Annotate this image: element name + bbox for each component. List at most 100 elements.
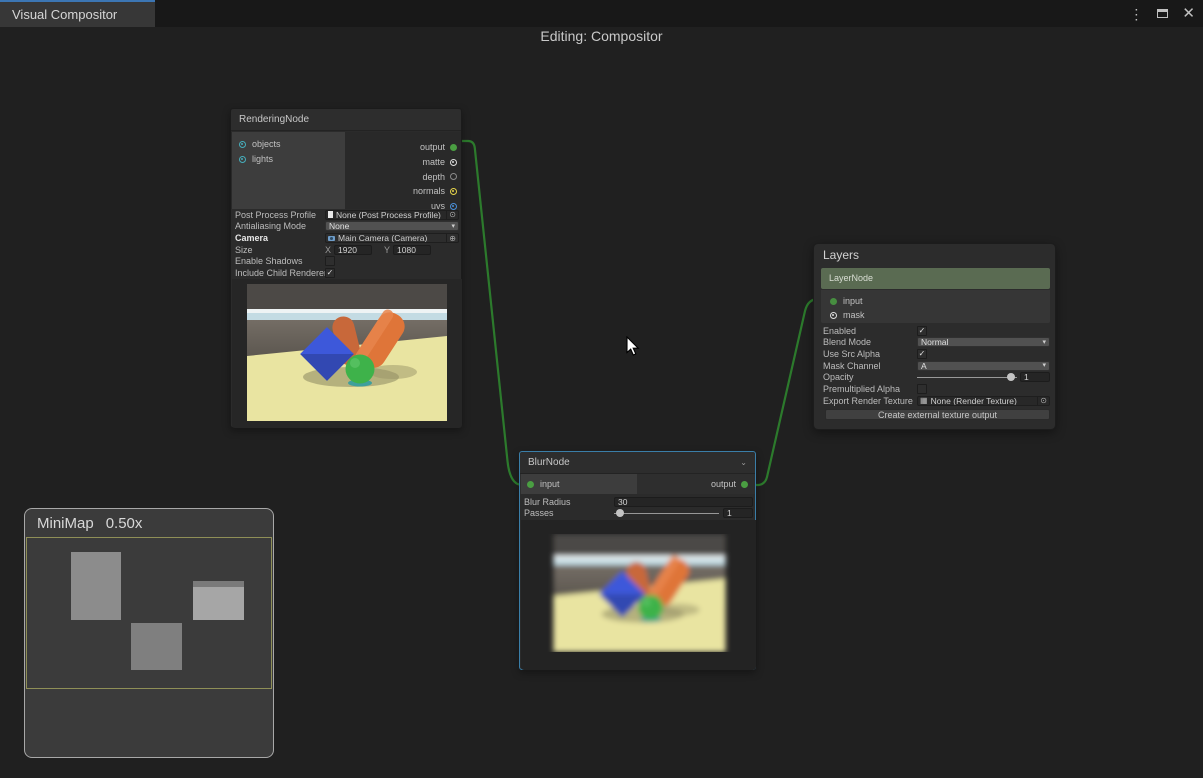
use-src-alpha-checkbox[interactable]: ✓ [917,349,927,359]
passes-slider-knob[interactable] [616,509,624,517]
tab-visual-compositor[interactable]: Visual Compositor [0,0,155,27]
camera-label: Camera [235,233,325,243]
minimap-blur-node-rect[interactable] [131,623,182,670]
lights-port-icon[interactable] [239,156,246,163]
opacity-slider[interactable] [917,372,1017,382]
layer-input-port-icon[interactable] [830,298,837,305]
object-picker-icon[interactable]: ⊙ [1037,396,1047,405]
passes-input[interactable]: 1 [723,508,753,518]
layer-mask-port[interactable]: mask [830,310,865,320]
rendering-node-title: RenderingNode [239,114,309,125]
port-depth-label: depth [422,172,445,182]
normals-port-icon[interactable] [450,188,457,195]
minimap-title-text: MiniMap [37,515,94,532]
size-x-input[interactable]: 1920 [334,245,372,255]
antialiasing-mode-dropdown[interactable]: None ▾ [325,221,459,231]
title-bar: Visual Compositor ⋮ ✕ [0,0,1203,27]
create-external-texture-output-button[interactable]: Create external texture output [825,409,1050,420]
depth-port-icon[interactable] [450,173,457,180]
mask-channel-row: Mask Channel A ▾ [823,360,1050,372]
rendering-node-header[interactable]: RenderingNode [231,109,461,131]
port-normals-label: normals [413,186,445,196]
opacity-slider-knob[interactable] [1007,373,1015,381]
blur-node[interactable]: BlurNode ⌄ input output Blur Radius 30 P… [519,451,756,670]
blend-mode-dropdown[interactable]: Normal ▾ [917,337,1050,347]
minimap-layer-node-rect[interactable] [193,581,244,620]
blur-output-port-icon[interactable] [741,481,748,488]
layer-mask-label: mask [843,310,865,320]
premultiplied-alpha-label: Premultiplied Alpha [823,384,917,394]
blur-radius-input[interactable]: 30 [614,497,753,507]
minimap-zoom-level: 0.50x [106,515,143,532]
blur-node-preview [521,520,756,670]
size-y-label: Y [384,245,390,255]
window-controls: ⋮ ✕ [1129,0,1195,27]
minimap-rendering-node-rect[interactable] [71,552,121,620]
layers-panel[interactable]: Layers LayerNode input mask Enabled ✓ Bl… [813,243,1056,430]
use-src-alpha-label: Use Src Alpha [823,349,917,359]
port-normals[interactable]: normals [413,186,457,196]
export-render-texture-field[interactable]: ▦ None (Render Texture) ⊙ [917,396,1050,406]
close-icon[interactable]: ✕ [1182,6,1195,21]
chevron-down-icon: ▾ [1042,362,1046,369]
enabled-checkbox[interactable]: ✓ [917,326,927,336]
layer-node-row[interactable]: LayerNode [821,268,1050,289]
blurred-scene-image [541,534,738,652]
camera-icon [328,236,335,241]
camera-field[interactable]: Main Camera (Camera) ⊕ [325,233,459,243]
blur-input-port-icon[interactable] [527,481,534,488]
post-process-profile-value: None (Post Process Profile) [336,210,441,220]
port-lights-label: lights [252,154,273,164]
minimap-panel[interactable]: MiniMap 0.50x [24,508,274,758]
size-x-value: 1920 [338,245,357,255]
maximize-icon[interactable] [1157,9,1168,18]
objects-port-icon[interactable] [239,141,246,148]
mask-channel-value: A [921,361,927,371]
chevron-down-icon: ▾ [1042,339,1046,346]
antialiasing-mode-row: Antialiasing Mode None ▾ [235,221,459,233]
size-y-value: 1080 [397,245,416,255]
post-process-profile-label: Post Process Profile [235,210,325,220]
blend-mode-row: Blend Mode Normal ▾ [823,337,1050,349]
premultiplied-alpha-checkbox[interactable] [917,384,927,394]
matte-port-icon[interactable] [450,159,457,166]
port-lights[interactable]: lights [239,154,273,164]
port-output[interactable]: output [420,142,457,152]
use-src-alpha-row: Use Src Alpha ✓ [823,348,1050,360]
passes-slider[interactable] [614,508,719,518]
blur-node-header[interactable]: BlurNode ⌄ [520,452,755,474]
include-child-renderers-checkbox[interactable]: ✓ [325,268,335,278]
blur-output-port[interactable]: output [638,474,754,494]
post-process-profile-field[interactable]: None (Post Process Profile) ⊙ [325,210,459,220]
edge-rendering-output-to-blur-input[interactable] [458,141,528,485]
visual-compositor-window: Visual Compositor ⋮ ✕ Editing: Composito… [0,0,1203,778]
layer-input-port[interactable]: input [830,296,863,306]
include-child-renderers-row: Include Child Renderers ✓ [235,267,459,279]
enabled-label: Enabled [823,326,917,336]
size-y-input[interactable]: 1080 [393,245,431,255]
antialiasing-mode-value: None [329,221,349,231]
port-objects[interactable]: objects [239,139,281,149]
blur-radius-value: 30 [618,497,627,507]
rendering-node[interactable]: RenderingNode objects lights output matt… [230,108,462,428]
port-depth[interactable]: depth [422,172,457,182]
blur-input-port[interactable]: input [521,474,637,494]
object-target-picker-icon[interactable]: ⊕ [446,234,456,243]
include-child-renderers-label: Include Child Renderers [235,268,325,278]
object-picker-icon[interactable]: ⊙ [446,210,456,219]
collapse-chevron-icon[interactable]: ⌄ [740,452,747,474]
mask-channel-dropdown[interactable]: A ▾ [917,361,1050,371]
profile-asset-icon [328,211,333,218]
menu-kebab-icon[interactable]: ⋮ [1129,7,1143,21]
opacity-input[interactable]: 1 [1020,372,1050,382]
passes-row: Passes 1 [524,508,753,520]
opacity-row: Opacity 1 [823,372,1050,384]
blend-mode-value: Normal [921,337,948,347]
check-icon: ✓ [919,350,926,358]
blend-mode-label: Blend Mode [823,337,917,347]
enable-shadows-checkbox[interactable] [325,256,335,266]
port-matte[interactable]: matte [422,157,457,167]
port-matte-label: matte [422,157,445,167]
output-port-icon[interactable] [450,144,457,151]
layer-mask-port-icon[interactable] [830,312,837,319]
